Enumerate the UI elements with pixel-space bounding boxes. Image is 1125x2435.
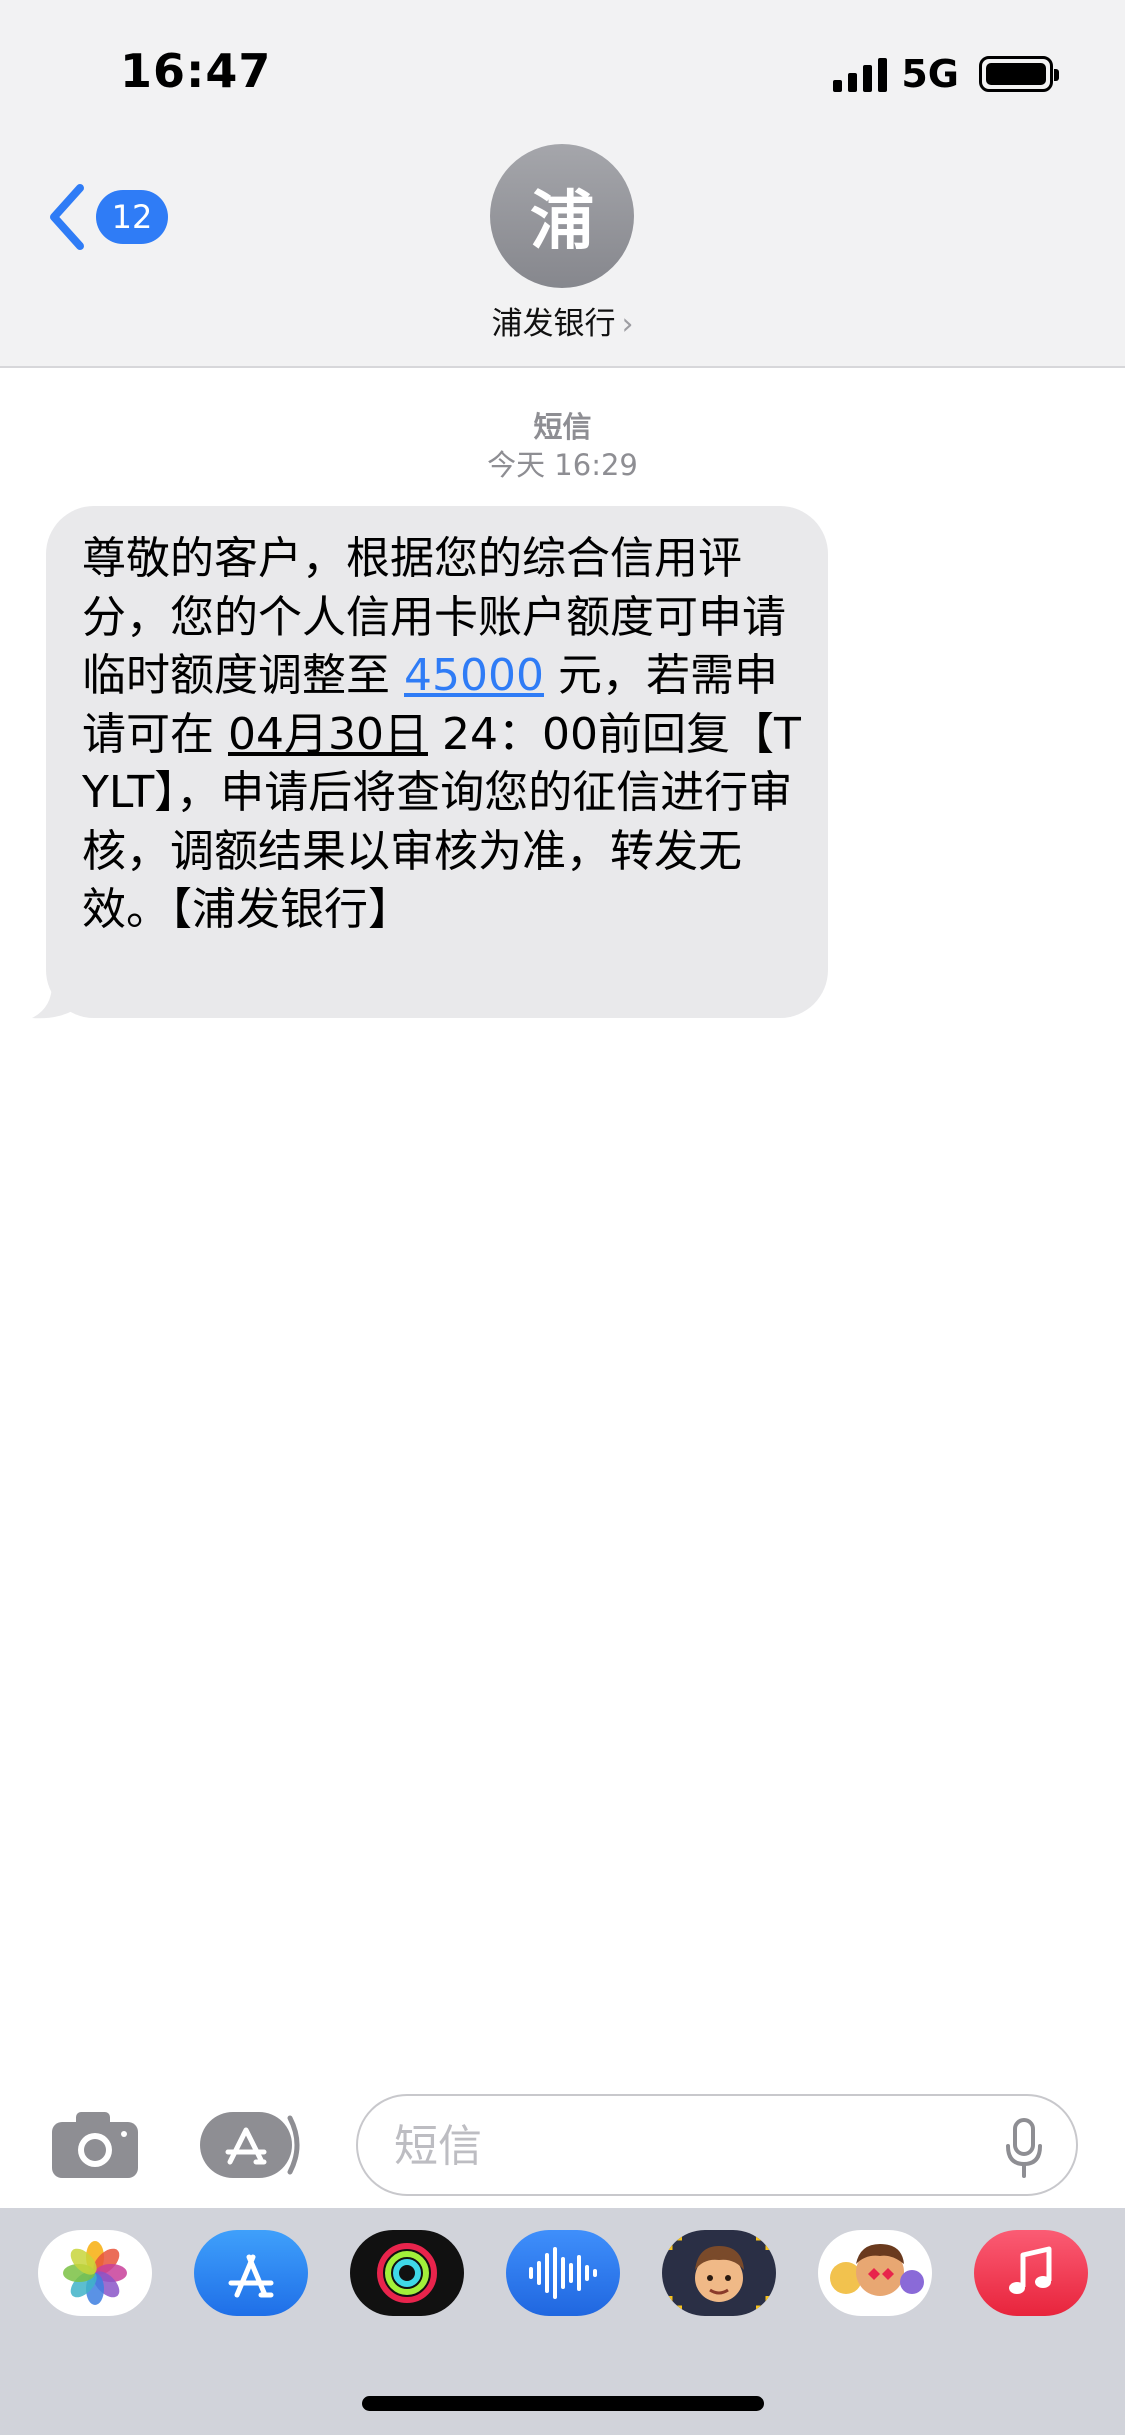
status-time: 16:47 [120,44,272,98]
cellular-signal-icon [833,56,888,92]
message-text: 尊敬的客户，根据您的综合信用评分，您的个人信用卡账户额度可申请临时额度调整至 4… [82,530,802,940]
fitness-icon[interactable] [350,2230,464,2316]
amount-link[interactable]: 45000 [404,650,544,701]
audio-message-icon[interactable] [506,2230,620,2316]
chevron-left-icon [50,184,84,250]
date-link[interactable]: 04月30日 [228,709,428,760]
memoji-icon[interactable] [662,2230,776,2316]
contact-name: 浦发银行 [491,306,616,342]
app-store-icon[interactable] [194,2230,308,2316]
animoji-stickers-icon[interactable] [818,2230,932,2316]
camera-icon[interactable] [50,2110,140,2180]
chevron-right-icon: › [621,307,634,342]
back-button[interactable]: 12 [44,182,168,252]
status-indicators: 5G [833,52,1059,96]
message-input-container[interactable] [356,2094,1078,2196]
message-type-label: 短信 [533,410,592,444]
unread-count-badge: 12 [96,190,168,244]
microphone-icon[interactable] [1004,2118,1044,2178]
contact-name-button[interactable]: 浦发银行 › [0,298,1125,343]
home-indicator[interactable] [362,2396,764,2411]
message-input[interactable] [394,2112,984,2180]
conversation-header: 16:47 5G 12 浦 浦发银行 › [0,0,1125,368]
app-store-button-icon[interactable] [198,2108,308,2182]
music-icon[interactable] [974,2230,1088,2316]
photos-icon[interactable] [38,2230,152,2316]
battery-icon [979,56,1059,92]
network-type: 5G [901,52,959,96]
contact-avatar[interactable]: 浦 [490,144,634,288]
message-timestamp: 今天 16:29 [487,448,638,482]
incoming-message-bubble[interactable]: 尊敬的客户，根据您的综合信用评分，您的个人信用卡账户额度可申请临时额度调整至 4… [46,506,828,1018]
